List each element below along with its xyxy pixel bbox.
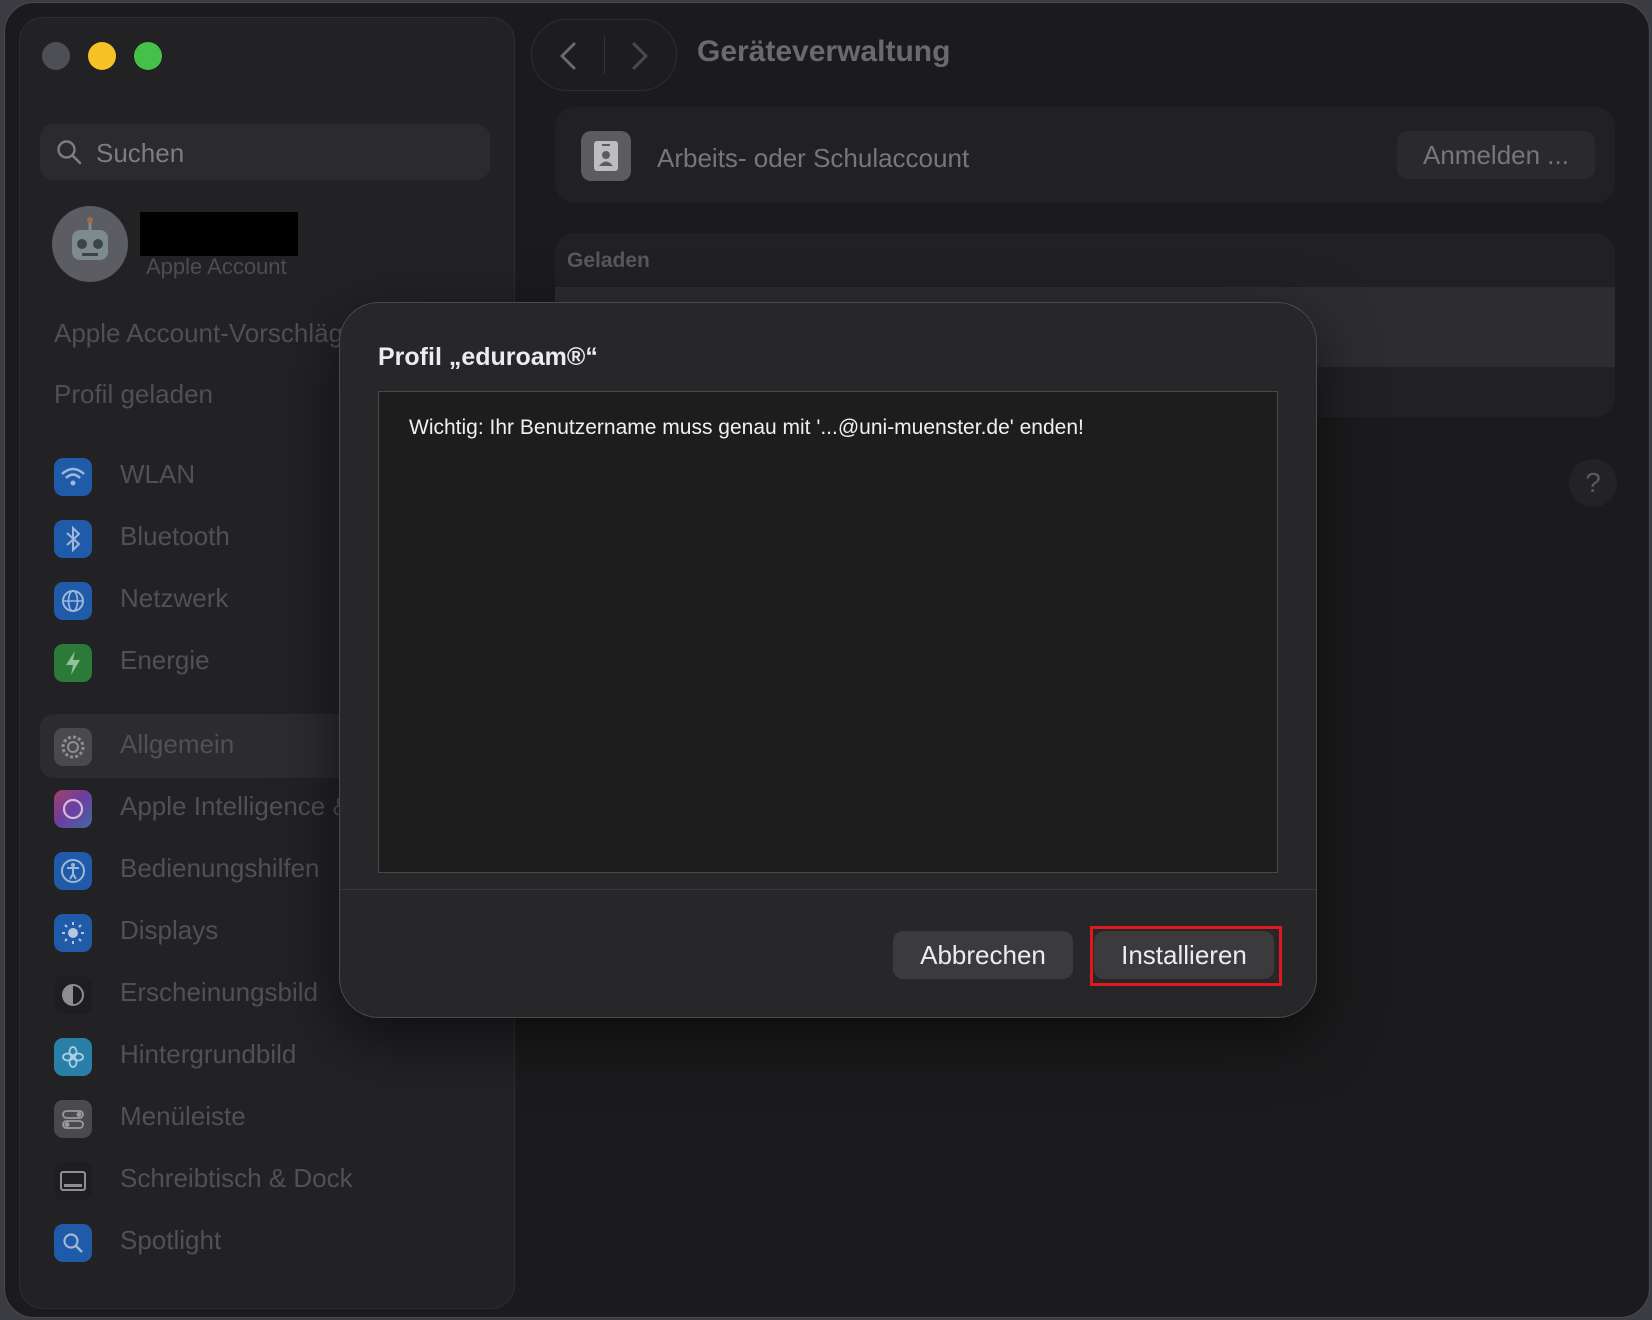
sidebar-item-label: Bedienungshilfen — [120, 853, 320, 883]
login-button[interactable]: Anmelden ... — [1397, 131, 1595, 179]
sidebar-item-label: Bluetooth — [120, 521, 230, 551]
gear-icon — [54, 728, 92, 766]
sidebar-item-label: Netzwerk — [120, 583, 229, 613]
profile-install-dialog: Profil „eduroam®“ Wichtig: Ihr Benutzern… — [339, 302, 1317, 1018]
forward-chevron-icon[interactable] — [620, 38, 656, 74]
sidebar-item-label: Menüleiste — [120, 1101, 246, 1131]
install-button-highlight — [1090, 926, 1282, 986]
nav-separator — [604, 36, 605, 74]
dock-icon — [54, 1162, 92, 1200]
work-school-account-label: Arbeits- oder Schulaccount — [657, 143, 970, 173]
id-badge-icon — [581, 131, 631, 181]
cancel-button[interactable]: Abbrechen — [893, 931, 1073, 979]
redacted-account-name — [140, 212, 298, 256]
navigation-buttons — [531, 19, 677, 91]
globe-icon — [54, 582, 92, 620]
sun-icon — [54, 914, 92, 952]
sidebar-item-menueleiste[interactable]: Menüleiste — [40, 1086, 500, 1150]
account-subtitle: Apple Account — [146, 254, 287, 279]
sidebar-item-hintergrundbild[interactable]: Hintergrundbild — [40, 1024, 500, 1088]
back-chevron-icon[interactable] — [552, 38, 588, 74]
toggles-icon — [54, 1100, 92, 1138]
zoom-window-button[interactable] — [134, 42, 162, 70]
close-window-button[interactable] — [42, 42, 70, 70]
wifi-icon — [54, 458, 92, 496]
profile-message-text: Wichtig: Ihr Benutzername muss genau mit… — [409, 416, 1084, 439]
minimize-window-button[interactable] — [88, 42, 116, 70]
search-input[interactable] — [94, 134, 478, 172]
page-title: Geräteverwaltung — [697, 35, 951, 68]
magnifier-icon — [54, 1224, 92, 1262]
sidebar-item-schreibtisch-dock[interactable]: Schreibtisch & Dock — [40, 1148, 500, 1212]
sidebar-item-label: Allgemein — [120, 729, 235, 759]
appearance-icon — [54, 976, 92, 1014]
sidebar-item-label: Erscheinungsbild — [120, 977, 319, 1007]
search-field[interactable] — [40, 124, 490, 180]
accessibility-icon — [54, 852, 92, 890]
avatar[interactable] — [52, 206, 128, 282]
sidebar-item-label: Schreibtisch & Dock — [120, 1163, 353, 1193]
profile-loaded-item[interactable]: Profil geladen — [54, 379, 213, 410]
sidebar-item-label: Displays — [120, 915, 219, 945]
sidebar-item-spotlight[interactable]: Spotlight — [40, 1210, 500, 1274]
search-icon — [57, 140, 82, 165]
apple-intelligence-icon — [54, 790, 92, 828]
bluetooth-icon — [54, 520, 92, 558]
account-suggestions-item[interactable]: Apple Account-Vorschläge — [54, 318, 358, 349]
sidebar-item-label: WLAN — [120, 459, 196, 489]
sidebar-item-label: Hintergrundbild — [120, 1039, 297, 1069]
bolt-icon — [54, 644, 92, 682]
sidebar-item-label: Spotlight — [120, 1225, 222, 1255]
sidebar-item-label: Energie — [120, 645, 210, 675]
robot-avatar-icon — [72, 217, 108, 260]
dialog-divider — [340, 889, 1316, 890]
flower-icon — [54, 1038, 92, 1076]
work-school-account-row: Arbeits- oder Schulaccount Anmelden ... — [555, 107, 1615, 203]
help-button[interactable]: ? — [1569, 459, 1617, 507]
profile-message-box: Wichtig: Ihr Benutzername muss genau mit… — [378, 391, 1278, 873]
loaded-header: Geladen — [567, 249, 650, 272]
dialog-title: Profil „eduroam®“ — [378, 343, 598, 371]
